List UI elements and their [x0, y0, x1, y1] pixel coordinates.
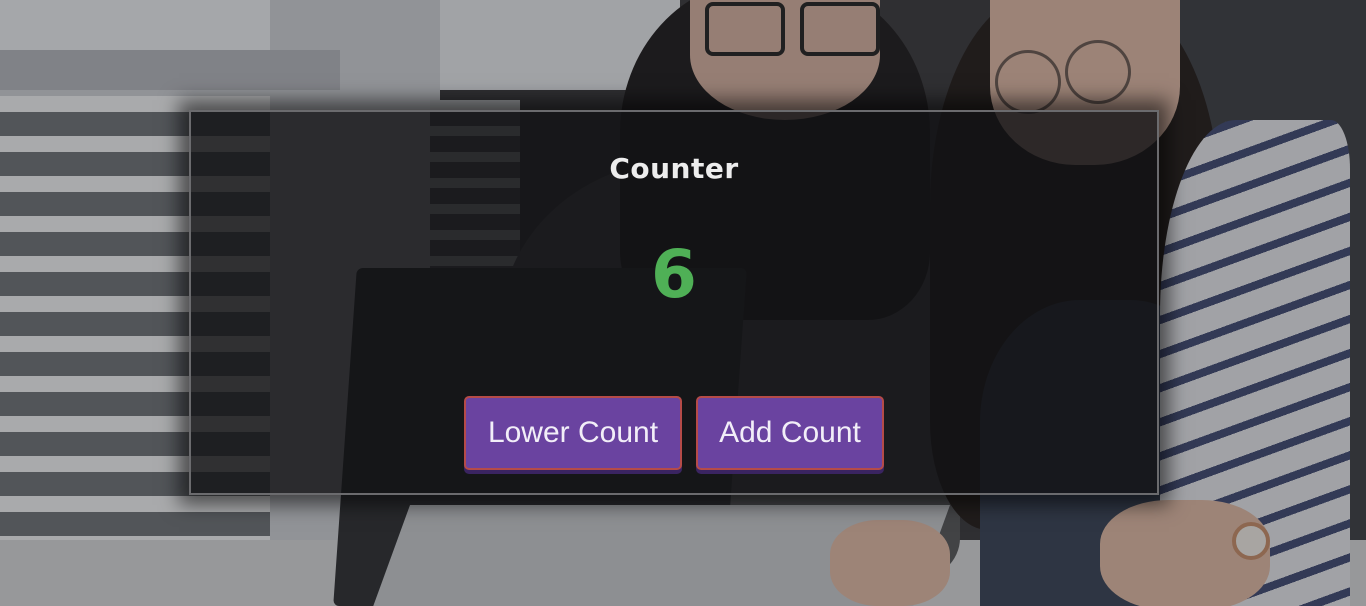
counter-app: Counter 6 Lower Count Add Count [0, 0, 1366, 606]
add-count-button[interactable]: Add Count [696, 396, 884, 470]
button-row: Lower Count Add Count [191, 396, 1157, 470]
lower-count-button[interactable]: Lower Count [464, 396, 682, 470]
counter-value: 6 [651, 236, 697, 313]
counter-panel: Counter 6 Lower Count Add Count [189, 110, 1159, 495]
counter-title: Counter [609, 152, 739, 185]
